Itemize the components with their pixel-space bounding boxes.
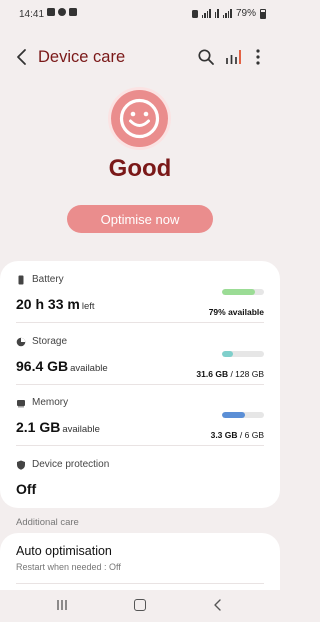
- notification-icons: [47, 8, 77, 16]
- device-protection-label: Device protection: [32, 459, 110, 470]
- memory-value: 2.1 GB available: [16, 419, 100, 435]
- data-arrows-icon: [214, 9, 219, 18]
- memory-bar: [222, 412, 264, 418]
- signal-2-icon: [222, 9, 232, 18]
- storage-icon: [16, 337, 26, 347]
- device-protection-row[interactable]: Device protection Off: [16, 459, 264, 503]
- storage-usage: 31.6 GB / 128 GB: [196, 369, 264, 379]
- status-bar: 14:41 79%: [0, 0, 280, 28]
- storage-bar: [222, 351, 264, 357]
- battery-row[interactable]: Battery 20 h 33 m left 79% available: [16, 274, 264, 322]
- auto-optimisation-subtitle: Restart when needed : Off: [16, 562, 121, 572]
- optimise-now-button[interactable]: Optimise now: [67, 205, 213, 233]
- status-time: 14:41: [19, 9, 45, 20]
- recents-icon[interactable]: [56, 599, 68, 611]
- home-icon[interactable]: [134, 599, 146, 611]
- battery-bar-fill: [222, 289, 256, 295]
- memory-bar-fill: [222, 412, 246, 418]
- back-arrow-icon[interactable]: [12, 45, 32, 69]
- search-icon[interactable]: [196, 46, 216, 68]
- more-options-icon[interactable]: [250, 46, 266, 68]
- storage-label: Storage: [32, 336, 68, 347]
- app-bar: Device care: [0, 40, 280, 74]
- divider: [16, 583, 264, 584]
- storage-value: 96.4 GB available: [16, 358, 108, 374]
- memory-usage: 3.3 GB / 6 GB: [210, 430, 264, 440]
- divider: [16, 445, 264, 446]
- check-notification-icon: [69, 8, 77, 16]
- divider: [16, 322, 264, 323]
- device-status: Good: [108, 155, 172, 182]
- page-title: Device care: [38, 48, 126, 66]
- divider: [16, 384, 264, 385]
- battery-value: 20 h 33 m left: [16, 296, 95, 312]
- shield-icon: [17, 460, 25, 470]
- message-notification-icon: [58, 8, 66, 16]
- battery-bar: [222, 289, 264, 295]
- device-care-card: Battery 20 h 33 m left 79% available Stor…: [0, 261, 280, 508]
- auto-optimisation-title: Auto optimisation: [16, 544, 112, 558]
- battery-icon: [260, 8, 266, 19]
- memory-icon: [17, 400, 25, 408]
- device-protection-value: Off: [16, 481, 37, 497]
- battery-available: 79% available: [208, 307, 264, 317]
- nav-back-icon[interactable]: [211, 598, 225, 612]
- system-icons: 79%: [191, 8, 266, 19]
- additional-care-heading: Additional care: [16, 517, 79, 528]
- storage-row[interactable]: Storage 96.4 GB available 31.6 GB / 128 G…: [16, 336, 264, 384]
- sim-icon: [191, 9, 198, 18]
- auto-optimisation-item[interactable]: Auto optimisation Restart when needed : …: [0, 533, 280, 593]
- battery-percent: 79%: [235, 8, 256, 19]
- gallery-notification-icon: [47, 8, 55, 16]
- signal-icon: [201, 9, 211, 18]
- storage-bar-fill: [222, 351, 233, 357]
- memory-row[interactable]: Memory 2.1 GB available 3.3 GB / 6 GB: [16, 397, 264, 445]
- battery-icon: [18, 275, 24, 285]
- stats-icon[interactable]: [223, 46, 243, 68]
- battery-label: Battery: [32, 274, 64, 285]
- navigation-bar: [0, 590, 280, 622]
- smiley-face-icon: [111, 90, 168, 147]
- memory-label: Memory: [32, 397, 69, 408]
